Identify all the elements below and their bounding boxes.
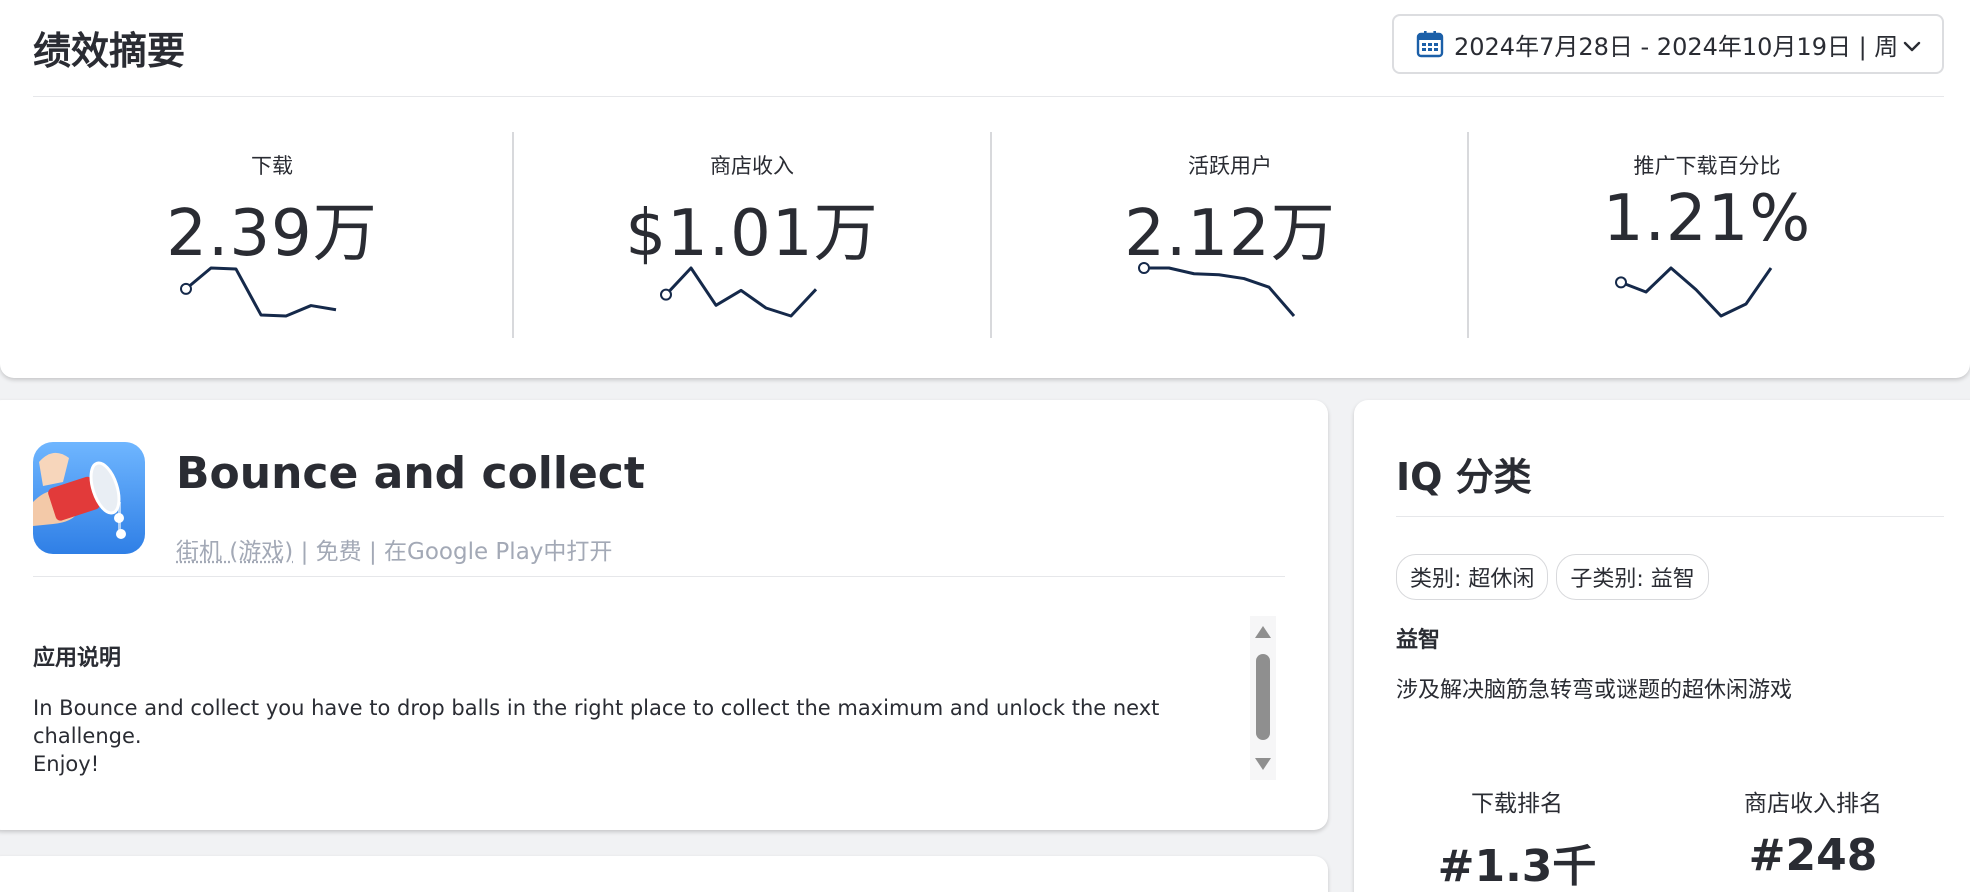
- date-range-picker[interactable]: 2024年7月28日 - 2024年10月19日 | 周: [1392, 14, 1944, 74]
- scroll-thumb[interactable]: [1256, 654, 1270, 740]
- description-scrollbar[interactable]: [1250, 616, 1276, 780]
- metric-value: 1.21%: [1468, 182, 1946, 256]
- iq-category-card: IQ 分类 类别: 超休闲 子类别: 益智 益智 涉及解决脑筋急转弯或谜题的超休…: [1354, 400, 1970, 892]
- meta-separator: |: [369, 539, 377, 565]
- calendar-icon: [1416, 30, 1444, 58]
- subcategory-tag[interactable]: 子类别: 益智: [1556, 554, 1708, 600]
- metric-value: 2.12万: [991, 182, 1469, 274]
- metric-downloads[interactable]: 下载 2.39万: [33, 132, 511, 338]
- summary-divider: [33, 96, 1944, 97]
- store-revenue-rank: 商店收入排名 #248: [1688, 784, 1938, 881]
- description-title: 应用说明: [33, 640, 121, 672]
- sparkline-start-point: [181, 284, 191, 294]
- app-meta: 街机 (游戏) | 免费 | 在Google Play中打开: [176, 532, 612, 566]
- scroll-down-arrow-icon[interactable]: [1255, 758, 1271, 770]
- app-info-card: Bounce and collect 街机 (游戏) | 免费 | 在Googl…: [0, 400, 1328, 830]
- subcategory-title: 益智: [1396, 622, 1440, 654]
- description-text: In Bounce and collect you have to drop b…: [33, 694, 1183, 778]
- next-card: [0, 856, 1328, 892]
- sparkline-path: [666, 268, 816, 316]
- subcategory-description: 涉及解决脑筋急转弯或谜题的超休闲游戏: [1396, 672, 1792, 704]
- category-tags: 类别: 超休闲 子类别: 益智: [1396, 554, 1709, 600]
- download-rank: 下载排名 #1.3千: [1392, 784, 1642, 892]
- date-range-text: 2024年7月28日 - 2024年10月19日 | 周: [1454, 27, 1898, 62]
- downloads-sparkline: [178, 262, 368, 322]
- metric-promo-download-percent[interactable]: 推广下载百分比 1.21%: [1468, 132, 1946, 338]
- iq-divider: [1396, 516, 1944, 517]
- active-users-sparkline: [1136, 262, 1326, 322]
- chevron-down-icon: [1902, 36, 1922, 56]
- page-title: 绩效摘要: [33, 20, 185, 75]
- category-tag[interactable]: 类别: 超休闲: [1396, 554, 1548, 600]
- sparkline-start-point: [661, 290, 671, 300]
- app-divider: [33, 576, 1285, 577]
- performance-summary-card: 绩效摘要 2024年7月28日 - 2024年10月19日 | 周 下载 2.3…: [0, 0, 1970, 378]
- promo-download-sparkline: [1613, 262, 1803, 322]
- metric-label: 下载: [33, 150, 511, 180]
- store-revenue-sparkline: [658, 262, 848, 322]
- scroll-up-arrow-icon[interactable]: [1255, 626, 1271, 638]
- sparkline-path: [186, 268, 336, 316]
- metric-store-revenue[interactable]: 商店收入 $1.01万: [513, 132, 991, 338]
- category-link[interactable]: 街机 (游戏): [176, 539, 293, 565]
- meta-separator: |: [301, 539, 309, 565]
- metric-label: 活跃用户: [991, 150, 1469, 180]
- iq-title: IQ 分类: [1396, 446, 1532, 501]
- rank-value: #1.3千: [1392, 830, 1642, 892]
- sparkline-path: [1621, 268, 1771, 316]
- metric-value: $1.01万: [513, 182, 991, 274]
- sparkline-start-point: [1139, 263, 1149, 273]
- app-icon: [33, 442, 145, 554]
- metric-value: 2.39万: [33, 182, 511, 274]
- rank-value: #248: [1688, 830, 1938, 881]
- app-name: Bounce and collect: [176, 448, 645, 499]
- metric-active-users[interactable]: 活跃用户 2.12万: [991, 132, 1469, 338]
- sparkline-path: [1144, 268, 1294, 316]
- sparkline-start-point: [1616, 277, 1626, 287]
- metric-label: 推广下载百分比: [1468, 150, 1946, 180]
- price-label: 免费: [316, 539, 362, 565]
- rank-label: 下载排名: [1392, 784, 1642, 818]
- metric-label: 商店收入: [513, 150, 991, 180]
- rank-label: 商店收入排名: [1688, 784, 1938, 818]
- open-in-store-link[interactable]: 在Google Play中打开: [384, 539, 612, 565]
